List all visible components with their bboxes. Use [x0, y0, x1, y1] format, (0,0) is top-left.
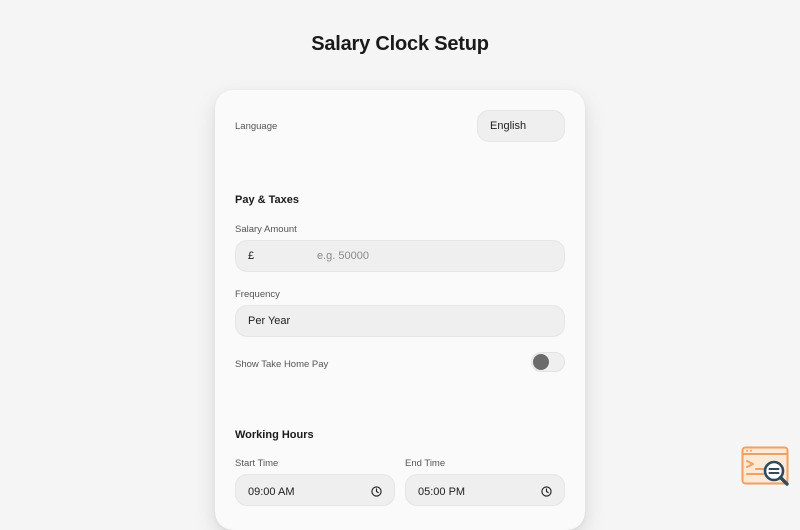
working-hours-heading: Working Hours — [235, 429, 314, 441]
currency-symbol: £ — [248, 250, 255, 262]
salary-amount-input[interactable]: £ e.g. 50000 — [235, 240, 565, 272]
browser-search-icon[interactable] — [741, 446, 791, 490]
language-select[interactable]: English — [477, 110, 565, 142]
toggle-knob — [533, 354, 549, 370]
page-title: Salary Clock Setup — [311, 33, 489, 55]
salary-amount-placeholder: e.g. 50000 — [317, 250, 369, 262]
end-time-label: End Time — [405, 458, 446, 469]
take-home-pay-toggle[interactable] — [531, 352, 565, 372]
take-home-pay-label: Show Take Home Pay — [235, 359, 329, 370]
start-time-input[interactable]: 09:00 AM — [235, 474, 395, 506]
frequency-label: Frequency — [235, 289, 280, 300]
end-time-value: 05:00 PM — [418, 486, 466, 498]
pay-taxes-heading: Pay & Taxes — [235, 194, 300, 206]
salary-amount-label: Salary Amount — [235, 224, 297, 235]
end-time-input[interactable]: 05:00 PM — [405, 474, 565, 506]
start-time-label: Start Time — [235, 458, 279, 469]
frequency-select-value: Per Year — [248, 315, 291, 327]
language-label: Language — [235, 121, 278, 132]
clock-icon[interactable] — [371, 486, 382, 497]
start-time-value: 09:00 AM — [248, 486, 295, 498]
frequency-select[interactable]: Per Year — [235, 305, 565, 337]
clock-icon[interactable] — [541, 486, 552, 497]
language-select-value: English — [490, 120, 527, 132]
settings-card: Language English Pay & Taxes Salary Amou… — [215, 90, 585, 530]
